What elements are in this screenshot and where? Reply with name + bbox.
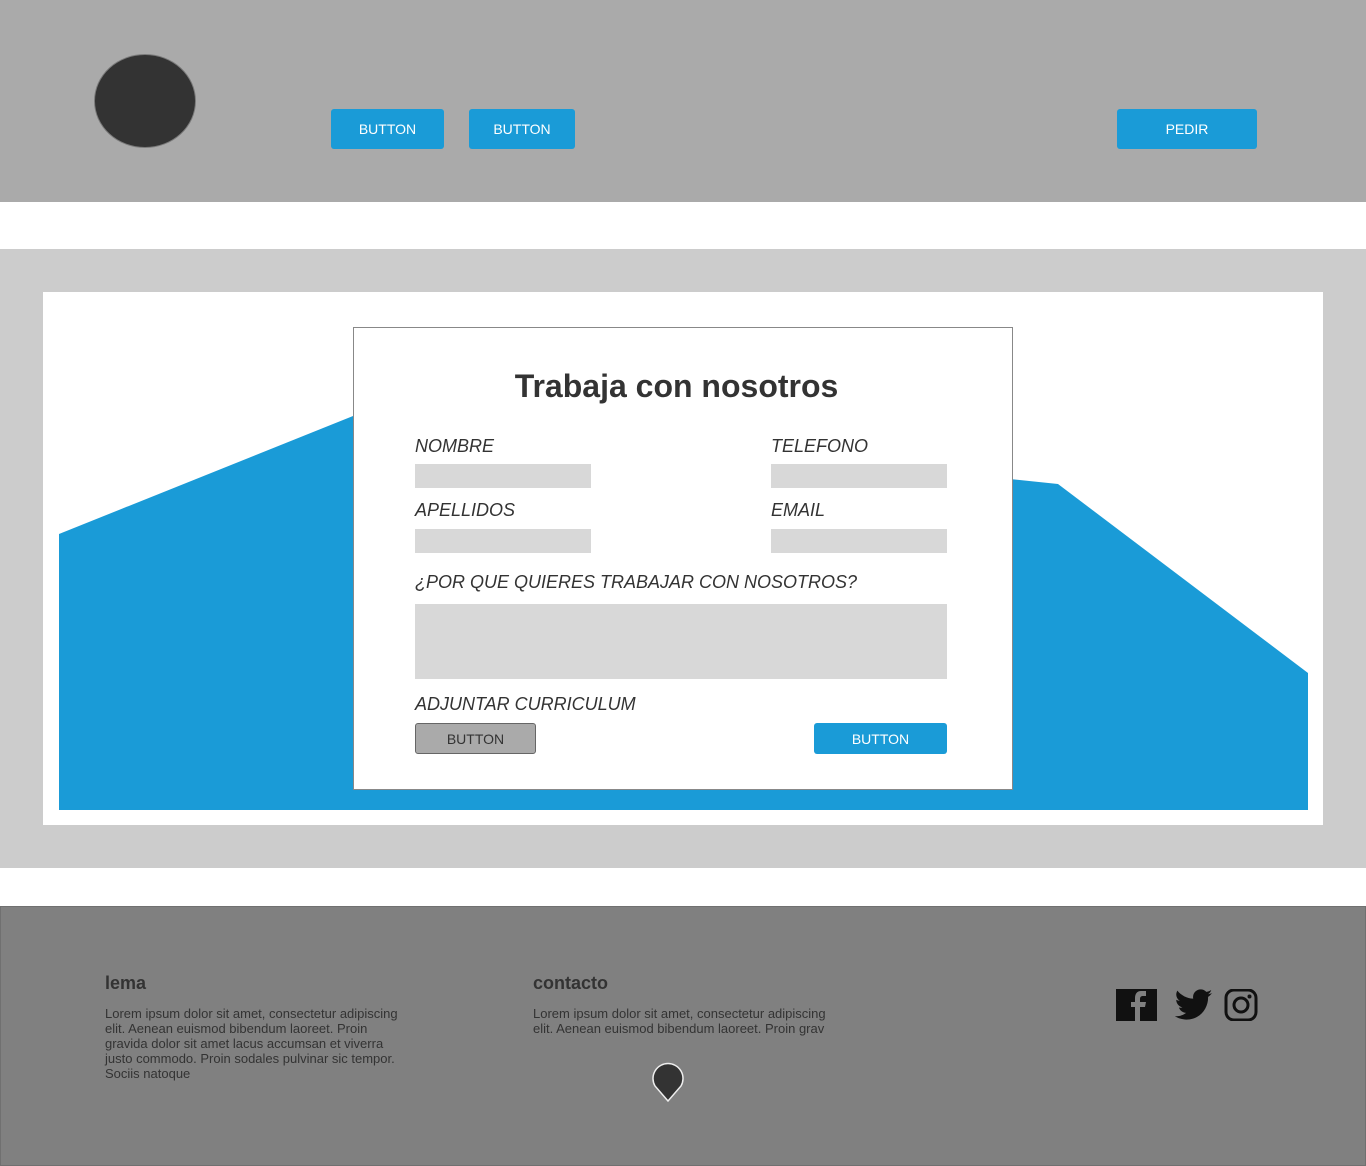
surname-input[interactable] xyxy=(415,529,591,553)
lema-heading: lema xyxy=(105,973,147,993)
lema-text: Lorem ipsum dolor sit amet, consectetur … xyxy=(105,1006,398,1081)
footer: lema Lorem ipsum dolor sit amet, consect… xyxy=(0,906,1366,1166)
contact-heading: contacto xyxy=(533,973,609,993)
nav-button-1[interactable]: BUTTON xyxy=(331,109,444,149)
submit-button[interactable]: BUTTON xyxy=(814,723,947,754)
name-input[interactable] xyxy=(415,464,591,488)
form-title: Trabaja con nosotros xyxy=(514,368,839,404)
name-label: NOMBRE xyxy=(415,436,495,456)
attach-cv-button[interactable]: BUTTON xyxy=(415,723,536,754)
phone-label: TELEFONO xyxy=(771,436,869,456)
order-button[interactable]: PEDIR xyxy=(1117,109,1257,149)
job-application-form: Trabaja con nosotros NOMBRE TELEFONO APE… xyxy=(353,327,1013,790)
email-input[interactable] xyxy=(771,529,947,553)
nav-button-2[interactable]: BUTTON xyxy=(469,109,575,149)
facebook-icon[interactable] xyxy=(1116,989,1157,1021)
surname-label: APELLIDOS xyxy=(415,500,516,520)
contact-text: Lorem ipsum dolor sit amet, consectetur … xyxy=(533,1006,826,1036)
instagram-icon[interactable] xyxy=(1224,989,1258,1021)
attach-cv-label: ADJUNTAR CURRICULUM xyxy=(415,694,636,714)
header: BUTTON BUTTON PEDIR xyxy=(0,0,1366,202)
why-label: ¿POR QUE QUIERES TRABAJAR CON NOSOTROS? xyxy=(415,572,858,592)
twitter-icon[interactable] xyxy=(1175,989,1213,1021)
why-textarea[interactable] xyxy=(415,604,947,679)
map-pin-icon[interactable] xyxy=(651,1060,685,1102)
email-label: EMAIL xyxy=(771,500,826,520)
phone-input[interactable] xyxy=(771,464,947,488)
logo-placeholder[interactable] xyxy=(94,54,196,148)
